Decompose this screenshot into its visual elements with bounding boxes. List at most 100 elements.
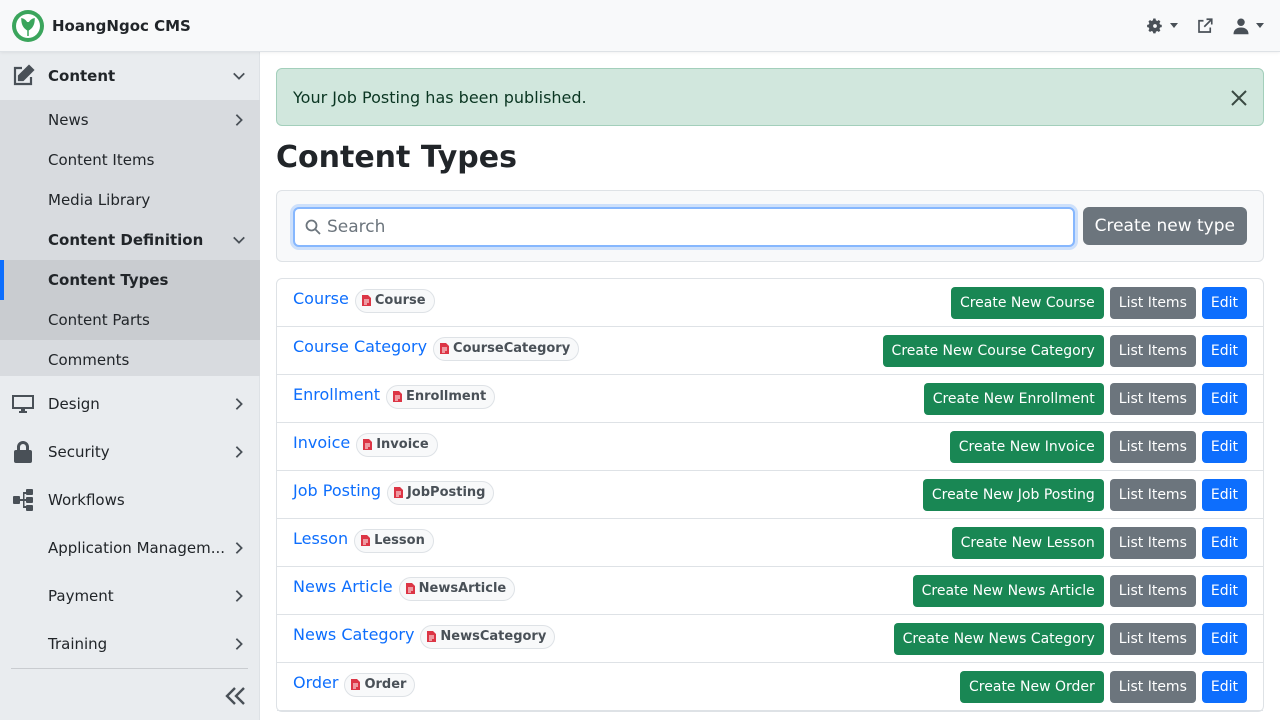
gear-icon <box>1147 18 1162 33</box>
sidebar-item-application-management[interactable]: Application Managem... <box>0 524 260 572</box>
edit-button[interactable]: Edit <box>1201 527 1247 559</box>
technical-name-badge: NewsArticle <box>398 576 516 601</box>
create-new-button[interactable]: Create New Enrollment <box>923 383 1104 415</box>
technical-name: NewsCategory <box>440 629 547 644</box>
content-type-row: Course Category CourseCategory Create New … <box>277 327 1263 375</box>
sidebar-item-training[interactable]: Training <box>0 620 260 668</box>
list-items-button[interactable]: List Items <box>1109 575 1196 607</box>
sidebar-item-news[interactable]: News <box>0 100 260 140</box>
search-input[interactable] <box>327 209 1067 245</box>
content-type-name-link[interactable]: Course <box>293 289 349 308</box>
content-type-name-link[interactable]: News Category <box>293 625 414 644</box>
close-icon[interactable] <box>1229 88 1249 108</box>
sidebar-item-content[interactable]: Content <box>0 52 260 100</box>
edit-button[interactable]: Edit <box>1201 623 1247 655</box>
content-type-name-link[interactable]: Job Posting <box>293 481 381 500</box>
content-type-name-link[interactable]: Invoice <box>293 433 350 452</box>
sidebar-item-payment[interactable]: Payment <box>0 572 260 620</box>
user-icon <box>1233 18 1249 34</box>
sidebar-item-design[interactable]: Design <box>0 380 260 428</box>
file-icon <box>393 391 402 402</box>
collapse-sidebar-icon[interactable] <box>222 682 250 710</box>
create-new-button[interactable]: Create New Lesson <box>951 527 1104 559</box>
edit-icon <box>13 64 35 86</box>
list-items-button[interactable]: List Items <box>1109 383 1196 415</box>
edit-button[interactable]: Edit <box>1201 287 1247 319</box>
sidebar-item-workflows[interactable]: Workflows <box>0 476 260 524</box>
chevron-right-icon <box>235 590 243 602</box>
sidebar: Content News Content Items Media Library… <box>0 52 260 720</box>
content-type-row: Course Course Create New Course List Items E… <box>277 279 1263 327</box>
file-icon <box>363 439 373 450</box>
file-icon <box>351 679 361 690</box>
create-new-button[interactable]: Create New Course <box>950 287 1104 319</box>
content-type-list: Course Course Create New Course List Items E… <box>276 278 1264 712</box>
create-new-button[interactable]: Create New News Article <box>912 575 1104 607</box>
sidebar-item-security[interactable]: Security <box>0 428 260 476</box>
list-items-button[interactable]: List Items <box>1109 287 1196 319</box>
search-field[interactable] <box>293 207 1075 247</box>
create-new-button[interactable]: Create New Invoice <box>949 431 1104 463</box>
lock-icon <box>14 441 32 463</box>
technical-name: CourseCategory <box>453 341 571 356</box>
content-type-row: Job Posting JobPosting Create New Job Post… <box>277 471 1263 519</box>
chevron-right-icon <box>235 542 243 554</box>
list-items-button[interactable]: List Items <box>1109 623 1196 655</box>
sidebar-item-label: Security <box>48 443 110 461</box>
content-type-name-link[interactable]: Course Category <box>293 337 427 356</box>
technical-name-badge: CourseCategory <box>433 336 580 361</box>
visit-site-button[interactable] <box>1196 17 1214 35</box>
content-type-row: News Article NewsArticle Create New News A… <box>277 567 1263 615</box>
content-type-row: Enrollment Enrollment Create New Enrollmen… <box>277 375 1263 423</box>
sidebar-item-comments[interactable]: Comments <box>0 340 260 380</box>
user-menu-button[interactable] <box>1232 17 1264 35</box>
list-items-button[interactable]: List Items <box>1109 527 1196 559</box>
sidebar-item-label: Workflows <box>48 491 125 509</box>
edit-button[interactable]: Edit <box>1201 335 1247 367</box>
sidebar-item-label: Content Parts <box>48 311 150 329</box>
technical-name: Order <box>364 677 407 692</box>
file-icon <box>440 343 450 354</box>
list-items-button[interactable]: List Items <box>1109 479 1196 511</box>
technical-name-badge: Invoice <box>356 432 438 457</box>
technical-name-badge: NewsCategory <box>420 624 556 649</box>
create-new-button[interactable]: Create New News Category <box>893 623 1104 655</box>
chevron-down-icon <box>233 236 245 244</box>
edit-button[interactable]: Edit <box>1201 383 1247 415</box>
theme-toggle-button[interactable] <box>1146 17 1178 35</box>
sidebar-item-label: Application Managem... <box>48 539 226 557</box>
content-type-name-link[interactable]: Lesson <box>293 529 348 548</box>
list-items-button[interactable]: List Items <box>1109 671 1196 703</box>
technical-name: JobPosting <box>406 485 486 500</box>
edit-button[interactable]: Edit <box>1201 431 1247 463</box>
edit-button[interactable]: Edit <box>1201 479 1247 511</box>
top-navbar: HoangNgoc CMS <box>0 0 1280 52</box>
technical-name-badge: JobPosting <box>386 480 495 505</box>
sidebar-item-content-definition[interactable]: Content Definition <box>0 220 260 260</box>
file-icon <box>393 487 403 498</box>
content-type-name-link[interactable]: News Article <box>293 577 393 596</box>
edit-button[interactable]: Edit <box>1201 671 1247 703</box>
file-icon <box>361 535 371 546</box>
create-new-button[interactable]: Create New Order <box>960 671 1104 703</box>
file-icon <box>427 631 437 642</box>
alert-message: Your Job Posting has been published. <box>293 87 587 107</box>
create-new-button[interactable]: Create New Job Posting <box>922 479 1104 511</box>
technical-name-badge: Enrollment <box>386 384 496 409</box>
sidebar-item-content-items[interactable]: Content Items <box>0 140 260 180</box>
caret-down-icon <box>1256 23 1264 28</box>
content-type-name-link[interactable]: Enrollment <box>293 385 380 404</box>
sidebar-item-content-types[interactable]: Content Types <box>0 260 260 300</box>
list-items-button[interactable]: List Items <box>1109 335 1196 367</box>
brand[interactable]: HoangNgoc CMS <box>12 9 191 42</box>
list-items-button[interactable]: List Items <box>1109 431 1196 463</box>
technical-name: Lesson <box>374 533 425 548</box>
sidebar-item-content-parts[interactable]: Content Parts <box>0 300 260 340</box>
create-new-type-button[interactable]: Create new type <box>1082 207 1247 245</box>
file-icon <box>405 583 415 594</box>
sidebar-item-label: Payment <box>48 587 114 605</box>
sidebar-item-media-library[interactable]: Media Library <box>0 180 260 220</box>
create-new-button[interactable]: Create New Course Category <box>882 335 1104 367</box>
edit-button[interactable]: Edit <box>1201 575 1247 607</box>
content-type-name-link[interactable]: Order <box>293 673 338 692</box>
